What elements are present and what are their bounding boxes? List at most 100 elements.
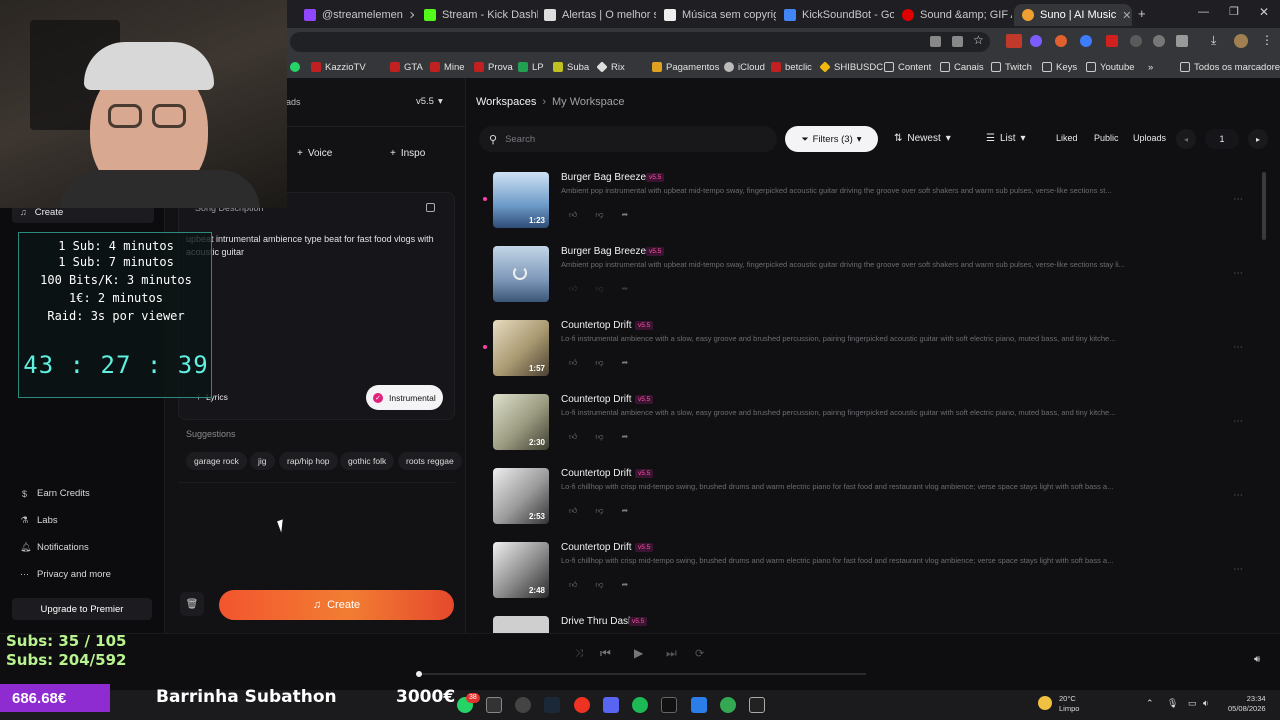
translate-icon[interactable]	[930, 36, 941, 47]
breadcrumb-root[interactable]: Workspaces	[476, 96, 536, 108]
song-title[interactable]: Countertop Drift	[561, 320, 632, 331]
page-number[interactable]: 1	[1205, 129, 1239, 149]
bookmark-folder[interactable]: Twitch	[991, 62, 1032, 73]
menu-kebab-icon[interactable]: ⋮	[1261, 33, 1273, 47]
extension-icon[interactable]	[1130, 35, 1142, 47]
sidebar-item-labs[interactable]: ⚗ Labs	[20, 515, 57, 526]
song-title[interactable]: Burger Bag Breeze	[561, 172, 646, 183]
maximize-button[interactable]: ❐	[1229, 5, 1239, 18]
view-dropdown[interactable]: ☰ List ▾	[986, 133, 1026, 144]
prev-page-button[interactable]: ◂	[1176, 129, 1196, 149]
repeat-icon[interactable]: ⟳	[695, 647, 704, 660]
song-cover[interactable]: 1:57	[493, 320, 549, 376]
search-input[interactable]: ⚲ Search	[479, 126, 777, 152]
suggestion-chip[interactable]: garage rock	[186, 452, 247, 470]
address-input[interactable]	[290, 32, 990, 52]
grid-app-icon[interactable]	[603, 697, 619, 713]
liked-filter[interactable]: Liked	[1056, 133, 1078, 143]
bookmark-item[interactable]: Prova	[474, 62, 513, 73]
list-item[interactable]: 2:48 Countertop Drift v5.5 Lo-fi chillho…	[493, 542, 1253, 602]
create-button[interactable]: ♫ Create	[219, 590, 454, 620]
extension-icon[interactable]	[1055, 35, 1067, 47]
share-icon[interactable]: ➦	[622, 580, 629, 590]
progress-track[interactable]	[418, 673, 866, 675]
song-title[interactable]: Burger Bag Breeze	[561, 246, 646, 257]
star-icon[interactable]: ☆	[973, 33, 984, 47]
browser-tab[interactable]: KickSoundBot - Goo✕	[776, 4, 894, 26]
list-item[interactable]: 2:30 Countertop Drift v5.5 Lo-fi instrum…	[493, 394, 1253, 454]
next-icon[interactable]: ⏭︎	[666, 646, 677, 661]
bookmark-item[interactable]: Mine	[430, 62, 465, 73]
song-title[interactable]: Countertop Drift	[561, 468, 632, 479]
notepad-icon[interactable]	[691, 697, 707, 713]
bookmark-item[interactable]: Pagamentos	[652, 62, 719, 73]
sidebar-item-earn-credits[interactable]: $ Earn Credits	[20, 488, 90, 499]
shuffle-icon[interactable]: ⤨	[575, 648, 583, 659]
sidebar-item-privacy[interactable]: ⋯ Privacy and more	[20, 569, 111, 580]
progress-handle[interactable]	[416, 671, 422, 677]
bookmark-item[interactable]: LP	[518, 62, 544, 73]
thumbs-down-icon[interactable]: 👎︎	[595, 358, 603, 368]
previous-icon[interactable]: ⏮︎	[600, 646, 611, 661]
list-item[interactable]: Drive Thru Dash v5.5	[493, 616, 1253, 633]
thumbs-down-icon[interactable]: 👎︎	[595, 580, 603, 590]
list-item[interactable]: 1:23 Burger Bag Breeze v5.5 Ambient pop …	[483, 172, 1253, 232]
download-icon[interactable]: ⤓	[1211, 33, 1216, 48]
browser-tab-active[interactable]: Suno | AI Music ✕	[1014, 4, 1132, 26]
bookmark-item[interactable]: Rix	[596, 61, 625, 73]
expand-icon[interactable]	[426, 203, 435, 212]
thumbs-down-icon[interactable]: 👎︎	[595, 210, 603, 220]
more-options-icon[interactable]: ⋯	[1233, 194, 1243, 205]
filters-button[interactable]: ⏷ Filters (3) ▾	[785, 126, 878, 152]
more-options-icon[interactable]: ⋯	[1233, 416, 1243, 427]
song-title[interactable]: Countertop Drift	[561, 542, 632, 553]
share-icon[interactable]: ➦	[622, 506, 629, 516]
trash-icon[interactable]: 🗑︎	[180, 592, 204, 616]
browser-tab[interactable]: Stream - Kick Dashb✕	[416, 4, 538, 26]
song-cover[interactable]: 2:30	[493, 394, 549, 450]
suggestion-chip[interactable]: rap/hip hop	[279, 452, 338, 470]
song-cover[interactable]: 1:23	[493, 172, 549, 228]
thumbs-up-icon[interactable]: 👍︎	[569, 210, 577, 220]
bookmark-folder[interactable]: Keys	[1042, 62, 1077, 73]
suggestion-chip[interactable]: jig	[250, 452, 275, 470]
spotify-icon[interactable]	[632, 697, 648, 713]
version-dropdown[interactable]: v5.5 ▾	[416, 96, 443, 107]
bookmark-item[interactable]: GTA	[390, 62, 423, 73]
browser-tab[interactable]: @streamelemen ✕	[296, 4, 414, 26]
extensions-puzzle-icon[interactable]	[1176, 35, 1188, 47]
panel-tab-partial[interactable]: ads	[286, 97, 301, 107]
song-cover[interactable]: 2:53	[493, 468, 549, 524]
bookmark-icon-only[interactable]	[290, 62, 300, 72]
browser-tab[interactable]: Música sem copyrig✕	[656, 4, 776, 26]
suggestion-chip[interactable]: roots reggae	[398, 452, 462, 470]
capcut-icon[interactable]	[661, 697, 677, 713]
speaker-icon[interactable]: 🔉︎	[1203, 698, 1209, 709]
steam-icon[interactable]	[544, 697, 560, 713]
suggestion-chip[interactable]: gothic folk	[340, 452, 395, 470]
thumbs-down-icon[interactable]: 👎︎	[595, 506, 603, 516]
song-title[interactable]: Countertop Drift	[561, 394, 632, 405]
thumbs-up-icon[interactable]: 👍︎	[569, 358, 577, 368]
bookmark-folder[interactable]: Youtube	[1086, 62, 1135, 73]
bookmark-item[interactable]: Suba	[553, 62, 589, 73]
opera-icon[interactable]	[574, 697, 590, 713]
network-icon[interactable]: ▭	[1188, 698, 1197, 709]
share-icon[interactable]: ➦	[622, 432, 629, 442]
share-icon[interactable]: ➦	[622, 210, 629, 220]
app-icon[interactable]	[515, 697, 531, 713]
clock[interactable]: 23:34 05/08/2026	[1228, 694, 1266, 714]
instrumental-toggle[interactable]: ✓ Instrumental	[366, 385, 443, 410]
close-icon[interactable]: ✕	[1122, 9, 1131, 22]
thumbs-up-icon[interactable]: 👍︎	[569, 432, 577, 442]
song-cover[interactable]	[493, 616, 549, 633]
more-options-icon[interactable]: ⋯	[1233, 564, 1243, 575]
chrome-icon[interactable]	[720, 697, 736, 713]
play-icon[interactable]: ▶	[634, 646, 643, 660]
extension-icon[interactable]	[1153, 35, 1165, 47]
close-icon[interactable]: ✕	[409, 9, 414, 22]
sort-dropdown[interactable]: ⇅ Newest ▾	[894, 133, 951, 144]
more-options-icon[interactable]: ⋯	[1233, 342, 1243, 353]
sidebar-item-notifications[interactable]: 🔔︎ Notifications	[20, 542, 89, 553]
upgrade-button[interactable]: Upgrade to Premier	[12, 598, 152, 620]
